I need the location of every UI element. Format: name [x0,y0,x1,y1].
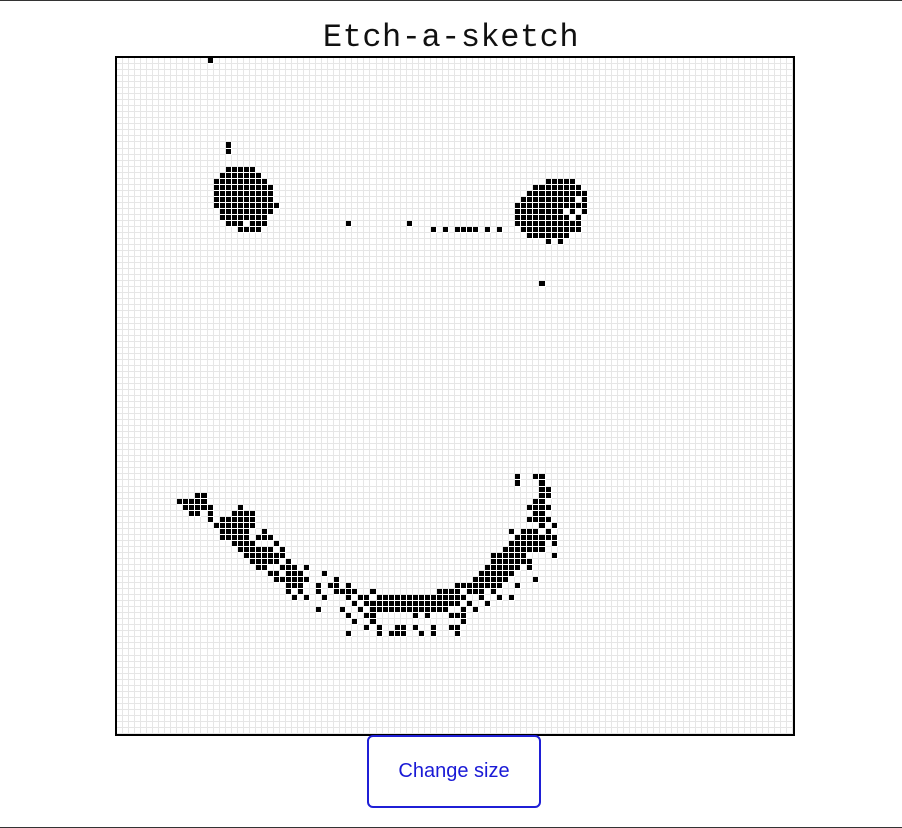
sketch-board[interactable] [115,56,795,736]
sketch-grid[interactable] [117,58,793,734]
page-title: Etch-a-sketch [322,19,580,56]
top-border-line [0,0,902,1]
